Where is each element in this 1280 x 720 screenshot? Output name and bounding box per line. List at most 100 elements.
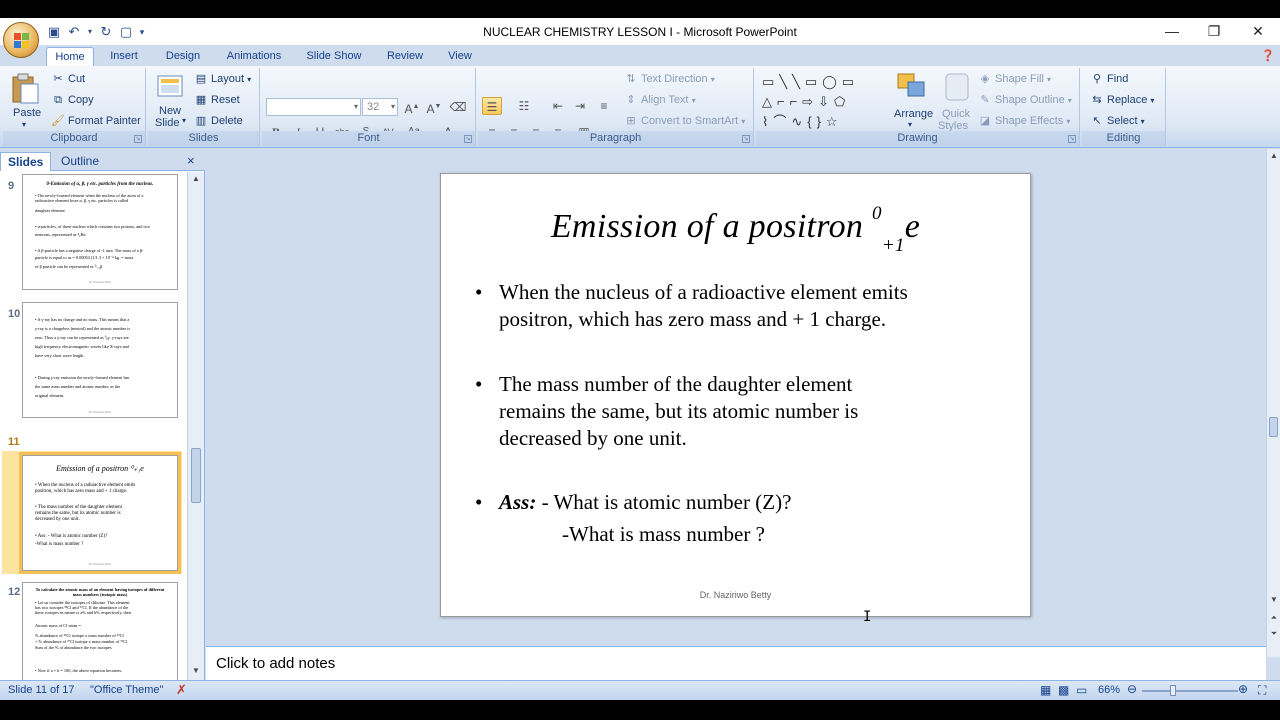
- text-cursor-icon: I: [863, 609, 872, 625]
- tab-slides[interactable]: Slides: [0, 152, 52, 171]
- slide-bullet-1[interactable]: • When the nucleus of a radioactive elem…: [475, 279, 1005, 339]
- scroll-thumb[interactable]: [1269, 417, 1278, 437]
- slide-thumbnail-12[interactable]: To calculate the atomic mass of an eleme…: [22, 582, 178, 680]
- customize-qat-icon[interactable]: ▾: [138, 24, 146, 40]
- convert-smartart-button[interactable]: ⊞ Convert to SmartArt ▾: [624, 114, 745, 128]
- select-button[interactable]: ↖ Select ▾: [1090, 114, 1144, 128]
- bullet-line: Ass: - What is atomic number (Z)?: [499, 489, 1009, 516]
- shape-effects-button[interactable]: ◪ Shape Effects ▾: [978, 114, 1071, 128]
- new-slide-dropdown-icon[interactable]: ▾: [182, 116, 186, 125]
- scroll-thumb[interactable]: [191, 448, 201, 503]
- tab-view[interactable]: View: [442, 47, 478, 66]
- shape-outline-button[interactable]: ✎ Shape Outline ▾: [978, 93, 1071, 107]
- undo-dropdown-icon[interactable]: ▾: [86, 24, 94, 40]
- replace-button[interactable]: ⇆ Replace ▾: [1090, 93, 1154, 107]
- slide-show-icon[interactable]: ▭: [1076, 683, 1087, 697]
- zoom-level[interactable]: 66%: [1098, 684, 1120, 696]
- font-size-combo[interactable]: 32 ▾: [362, 98, 398, 116]
- paste-dropdown-icon[interactable]: ▾: [22, 120, 26, 129]
- restore-button[interactable]: ❐: [1192, 18, 1236, 45]
- layout-button[interactable]: ▤ Layout ▾: [194, 72, 251, 86]
- zoom-slider[interactable]: [1142, 690, 1238, 692]
- slide-title[interactable]: Emission of a positron 0 +1e: [441, 203, 1030, 256]
- text-direction-button[interactable]: ⇅ Text Direction ▾: [624, 72, 714, 86]
- zoom-out-icon[interactable]: ⊖: [1127, 682, 1137, 696]
- slide-scrollbar[interactable]: ▲ ▼ ⏶ ⏷: [1266, 149, 1280, 657]
- quick-styles-label-1[interactable]: Quick: [942, 108, 970, 120]
- notes-placeholder[interactable]: Click to add notes: [216, 655, 335, 672]
- panel-close-icon[interactable]: ×: [180, 152, 202, 171]
- save-icon[interactable]: ▣: [46, 24, 62, 40]
- format-painter-button[interactable]: 🖌 Format Painter: [51, 114, 141, 128]
- slide-bullet-2[interactable]: • The mass number of the daughter elemen…: [475, 371, 1005, 453]
- cut-button[interactable]: ✂ Cut: [51, 72, 85, 86]
- new-file-icon[interactable]: ▢: [118, 24, 134, 40]
- next-slide-icon[interactable]: ⏷: [1268, 629, 1280, 641]
- clipboard-launcher-icon[interactable]: ↘: [134, 135, 142, 143]
- arrange-icon[interactable]: [896, 72, 928, 104]
- zoom-slider-knob[interactable]: [1170, 685, 1176, 696]
- tab-home[interactable]: Home: [46, 47, 94, 66]
- fit-to-window-icon[interactable]: ⛶: [1258, 683, 1266, 698]
- font-name-combo[interactable]: ▾: [266, 98, 361, 116]
- normal-view-icon[interactable]: ▦: [1040, 683, 1051, 697]
- notes-pane[interactable]: Click to add notes: [206, 646, 1266, 680]
- scroll-up-icon[interactable]: ▲: [190, 174, 202, 186]
- close-button[interactable]: ✕: [1236, 18, 1280, 45]
- thumb-line: high frequency electromagnetic waves lik…: [35, 344, 129, 349]
- quick-styles-icon[interactable]: [942, 72, 974, 104]
- paste-icon[interactable]: [10, 72, 42, 104]
- previous-slide-icon[interactable]: ⏶: [1268, 613, 1280, 625]
- tab-slide-show[interactable]: Slide Show: [300, 47, 368, 66]
- arrange-dropdown-icon[interactable]: ▾: [908, 120, 912, 129]
- line-spacing-icon[interactable]: ≡: [594, 97, 614, 115]
- slide-thumbnail-11[interactable]: Emission of a positron ⁰₊₁e • When the n…: [19, 452, 181, 574]
- bullets-icon[interactable]: ☰: [482, 97, 502, 115]
- paragraph-launcher-icon[interactable]: ↘: [742, 135, 750, 143]
- tab-design[interactable]: Design: [158, 47, 208, 66]
- grow-font-icon[interactable]: A▲: [402, 98, 422, 116]
- bullet-text: The mass number of the daughter element …: [499, 371, 1009, 452]
- font-launcher-icon[interactable]: ↘: [464, 135, 472, 143]
- arrange-button[interactable]: Arrange: [894, 108, 933, 120]
- scroll-down-icon[interactable]: ▼: [1268, 595, 1280, 607]
- new-slide-icon[interactable]: [156, 72, 188, 104]
- slide-thumbnail-10[interactable]: • A γ-ray has no charge and no mass. Thi…: [22, 302, 178, 418]
- paste-button[interactable]: Paste: [13, 107, 41, 119]
- help-icon[interactable]: ❓: [1260, 47, 1276, 66]
- tab-review[interactable]: Review: [382, 47, 428, 66]
- shapes-gallery[interactable]: ▭╲╲▭◯▭ △⌐⌐⇨⇩⬠ ⌇⌒∿{}☆: [762, 72, 884, 132]
- delete-button[interactable]: ▥ Delete: [194, 114, 243, 128]
- thumb-line: • When the nucleus of a radioactive elem…: [35, 483, 136, 488]
- current-slide[interactable]: Emission of a positron 0 +1e • When the n…: [440, 173, 1031, 617]
- tab-animations[interactable]: Animations: [222, 47, 286, 66]
- undo-icon[interactable]: ↶: [66, 24, 82, 40]
- office-button[interactable]: [3, 22, 39, 58]
- shrink-font-icon[interactable]: A▼: [424, 98, 444, 116]
- new-slide-label-1[interactable]: New: [159, 105, 181, 117]
- spelling-check-icon[interactable]: ✗: [176, 682, 187, 698]
- slide-sorter-icon[interactable]: ▩: [1058, 683, 1069, 697]
- slide-bullet-3[interactable]: • Ass: - What is atomic number (Z)? -Wha…: [475, 489, 1005, 553]
- numbering-icon[interactable]: ☷: [514, 97, 534, 115]
- clear-formatting-icon[interactable]: ⌫: [448, 98, 468, 116]
- shape-fill-button[interactable]: ◈ Shape Fill ▾: [978, 72, 1051, 86]
- theme-name[interactable]: "Office Theme": [90, 684, 163, 696]
- tab-insert[interactable]: Insert: [104, 47, 144, 66]
- scroll-up-icon[interactable]: ▲: [1268, 151, 1280, 163]
- scroll-down-icon[interactable]: ▼: [190, 666, 202, 678]
- increase-indent-icon[interactable]: ⇥: [570, 97, 590, 115]
- copy-button[interactable]: ⧉ Copy: [51, 93, 94, 107]
- decrease-indent-icon[interactable]: ⇤: [548, 97, 568, 115]
- reset-button[interactable]: ▦ Reset: [194, 93, 240, 107]
- slide-thumbnail-9[interactable]: 0-Emission of α, β, γ etc. particles fro…: [22, 174, 178, 290]
- thumbnail-scrollbar[interactable]: ▲ ▼: [187, 172, 204, 680]
- align-text-button[interactable]: ⇕ Align Text ▾: [624, 93, 695, 107]
- minimize-button[interactable]: —: [1150, 18, 1194, 45]
- new-slide-label-2[interactable]: Slide: [155, 117, 179, 129]
- find-button[interactable]: ⚲ Find: [1090, 72, 1128, 86]
- zoom-in-icon[interactable]: ⊕: [1238, 682, 1248, 696]
- drawing-launcher-icon[interactable]: ↘: [1068, 135, 1076, 143]
- redo-icon[interactable]: ↻: [98, 24, 114, 40]
- tab-outline[interactable]: Outline: [54, 152, 106, 171]
